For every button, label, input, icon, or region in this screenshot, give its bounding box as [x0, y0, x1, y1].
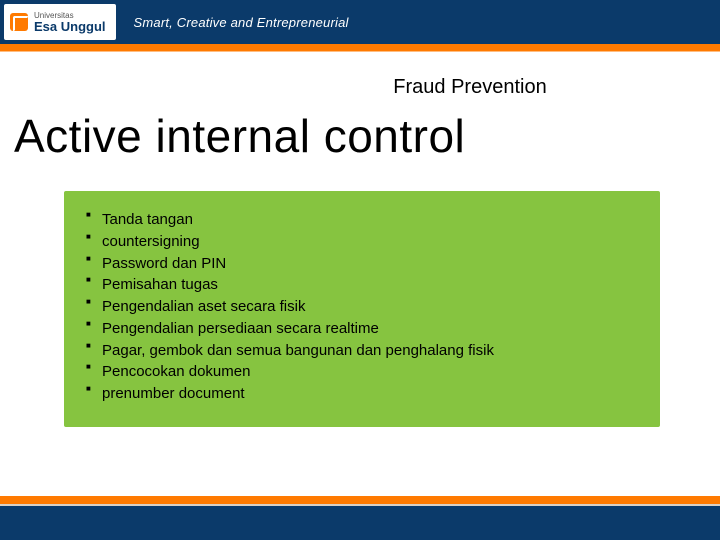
- list-item: prenumber document: [86, 383, 638, 405]
- list-item: Tanda tangan: [86, 209, 638, 231]
- logo-name: Esa Unggul: [34, 19, 106, 34]
- list-item: Pagar, gembok dan semua bangunan dan pen…: [86, 340, 638, 362]
- slide-header: Universitas Esa Unggul Smart, Creative a…: [0, 0, 720, 44]
- bullet-list: Tanda tangan countersigning Password dan…: [86, 209, 638, 405]
- list-item: countersigning: [86, 231, 638, 253]
- footer-blue-bar: [0, 504, 720, 540]
- logo-block: Universitas Esa Unggul: [4, 4, 116, 40]
- header-tagline: Smart, Creative and Entrepreneurial: [134, 15, 349, 30]
- logo-icon: [10, 13, 28, 31]
- list-item: Pemisahan tugas: [86, 274, 638, 296]
- slide-subtitle: Fraud Prevention: [0, 76, 720, 99]
- content-box: Tanda tangan countersigning Password dan…: [64, 191, 660, 427]
- list-item: Pengendalian aset secara fisik: [86, 296, 638, 318]
- list-item: Pencocokan dokumen: [86, 361, 638, 383]
- list-item: Pengendalian persediaan secara realtime: [86, 318, 638, 340]
- slide-title: Active internal control: [14, 109, 720, 163]
- footer-orange-stripe: [0, 496, 720, 504]
- slide-footer: [0, 496, 720, 540]
- logo-text: Universitas Esa Unggul: [34, 12, 106, 33]
- list-item: Password dan PIN: [86, 253, 638, 275]
- header-orange-stripe: [0, 44, 720, 52]
